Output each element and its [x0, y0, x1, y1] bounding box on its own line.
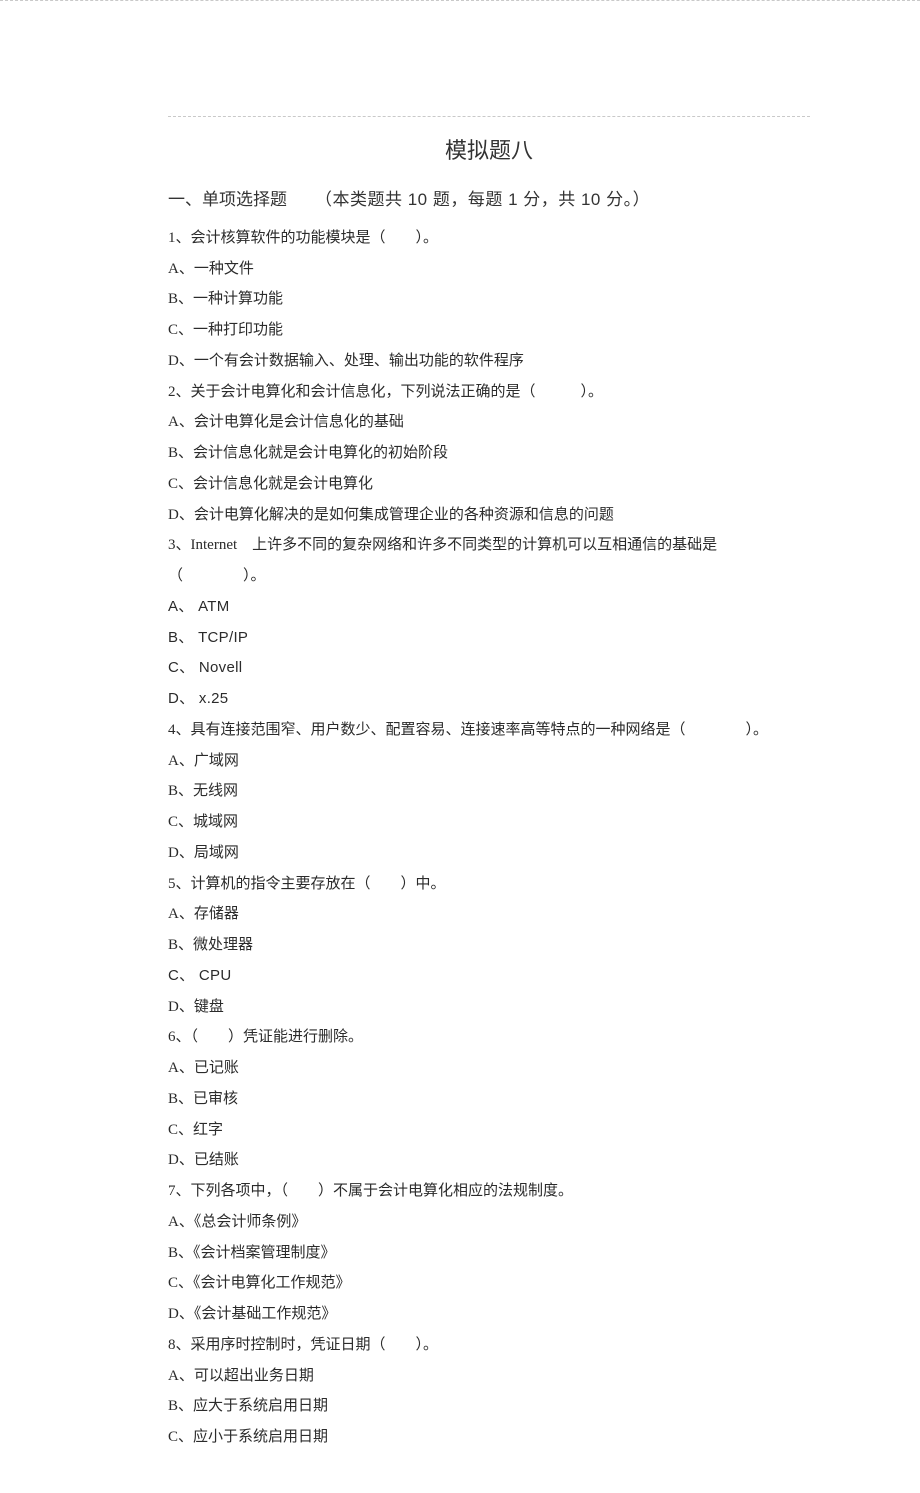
question-6: 6、（ ）凭证能进行删除。 A、已记账 B、已审核 C、红字 D、已结账	[168, 1022, 810, 1176]
option-b: B、无线网	[168, 776, 810, 807]
option-b: B、会计信息化就是会计电算化的初始阶段	[168, 438, 810, 469]
option-a: A、广域网	[168, 746, 810, 777]
option-b: B、一种计算功能	[168, 284, 810, 315]
document-title: 模拟题八	[168, 128, 810, 173]
question-stem: 4、具有连接范围窄、用户数少、配置容易、连接速率高等特点的一种网络是（ ）。	[168, 715, 810, 746]
option-b: B、已审核	[168, 1084, 810, 1115]
option-d: D、局域网	[168, 838, 810, 869]
option-c: C、会计信息化就是会计电算化	[168, 469, 810, 500]
question-stem: 2、关于会计电算化和会计信息化，下列说法正确的是（ ）。	[168, 377, 810, 408]
section-name: 一、单项选择题	[168, 190, 287, 209]
option-c: C、 CPU	[168, 961, 810, 992]
question-7: 7、下列各项中，（ ）不属于会计电算化相应的法规制度。 A、《总会计师条例》 B…	[168, 1176, 810, 1330]
option-d: D、键盘	[168, 992, 810, 1023]
option-a: A、已记账	[168, 1053, 810, 1084]
question-2: 2、关于会计电算化和会计信息化，下列说法正确的是（ ）。 A、会计电算化是会计信…	[168, 377, 810, 531]
option-d: D、会计电算化解决的是如何集成管理企业的各种资源和信息的问题	[168, 500, 810, 531]
option-d: D、《会计基础工作规范》	[168, 1299, 810, 1330]
question-1: 1、会计核算软件的功能模块是（ ）。 A、一种文件 B、一种计算功能 C、一种打…	[168, 223, 810, 377]
option-c: C、城域网	[168, 807, 810, 838]
question-8: 8、采用序时控制时，凭证日期（ ）。 A、可以超出业务日期 B、应大于系统启用日…	[168, 1330, 810, 1453]
document-page: 模拟题八 一、单项选择题 （本类题共 10 题，每题 1 分，共 10 分。） 1…	[0, 0, 920, 1493]
option-a: A、会计电算化是会计信息化的基础	[168, 407, 810, 438]
question-stem: 1、会计核算软件的功能模块是（ ）。	[168, 223, 810, 254]
question-5: 5、计算机的指令主要存放在（ ）中。 A、存储器 B、微处理器 C、 CPU D…	[168, 869, 810, 1023]
option-a: A、 ATM	[168, 592, 810, 623]
option-b: B、微处理器	[168, 930, 810, 961]
option-a: A、《总会计师条例》	[168, 1207, 810, 1238]
option-b: B、应大于系统启用日期	[168, 1391, 810, 1422]
option-a: A、存储器	[168, 899, 810, 930]
option-c: C、 Novell	[168, 653, 810, 684]
option-d: D、 x.25	[168, 684, 810, 715]
question-stem: 7、下列各项中，（ ）不属于会计电算化相应的法规制度。	[168, 1176, 810, 1207]
section-heading: 一、单项选择题 （本类题共 10 题，每题 1 分，共 10 分。）	[168, 183, 810, 218]
option-a: A、可以超出业务日期	[168, 1361, 810, 1392]
question-stem: 3、Internet 上许多不同的复杂网络和许多不同类型的计算机可以互相通信的基…	[168, 530, 810, 592]
option-a: A、一种文件	[168, 254, 810, 285]
question-4: 4、具有连接范围窄、用户数少、配置容易、连接速率高等特点的一种网络是（ ）。 A…	[168, 715, 810, 869]
option-c: C、一种打印功能	[168, 315, 810, 346]
option-c: C、红字	[168, 1115, 810, 1146]
option-c: C、应小于系统启用日期	[168, 1422, 810, 1453]
question-3: 3、Internet 上许多不同的复杂网络和许多不同类型的计算机可以互相通信的基…	[168, 530, 810, 715]
option-d: D、一个有会计数据输入、处理、输出功能的软件程序	[168, 346, 810, 377]
option-d: D、已结账	[168, 1145, 810, 1176]
option-c: C、《会计电算化工作规范》	[168, 1268, 810, 1299]
question-stem: 5、计算机的指令主要存放在（ ）中。	[168, 869, 810, 900]
question-stem: 6、（ ）凭证能进行删除。	[168, 1022, 810, 1053]
option-b: B、 TCP/IP	[168, 623, 810, 654]
question-stem: 8、采用序时控制时，凭证日期（ ）。	[168, 1330, 810, 1361]
section-info: （本类题共 10 题，每题 1 分，共 10 分。）	[315, 190, 650, 209]
option-b: B、《会计档案管理制度》	[168, 1238, 810, 1269]
